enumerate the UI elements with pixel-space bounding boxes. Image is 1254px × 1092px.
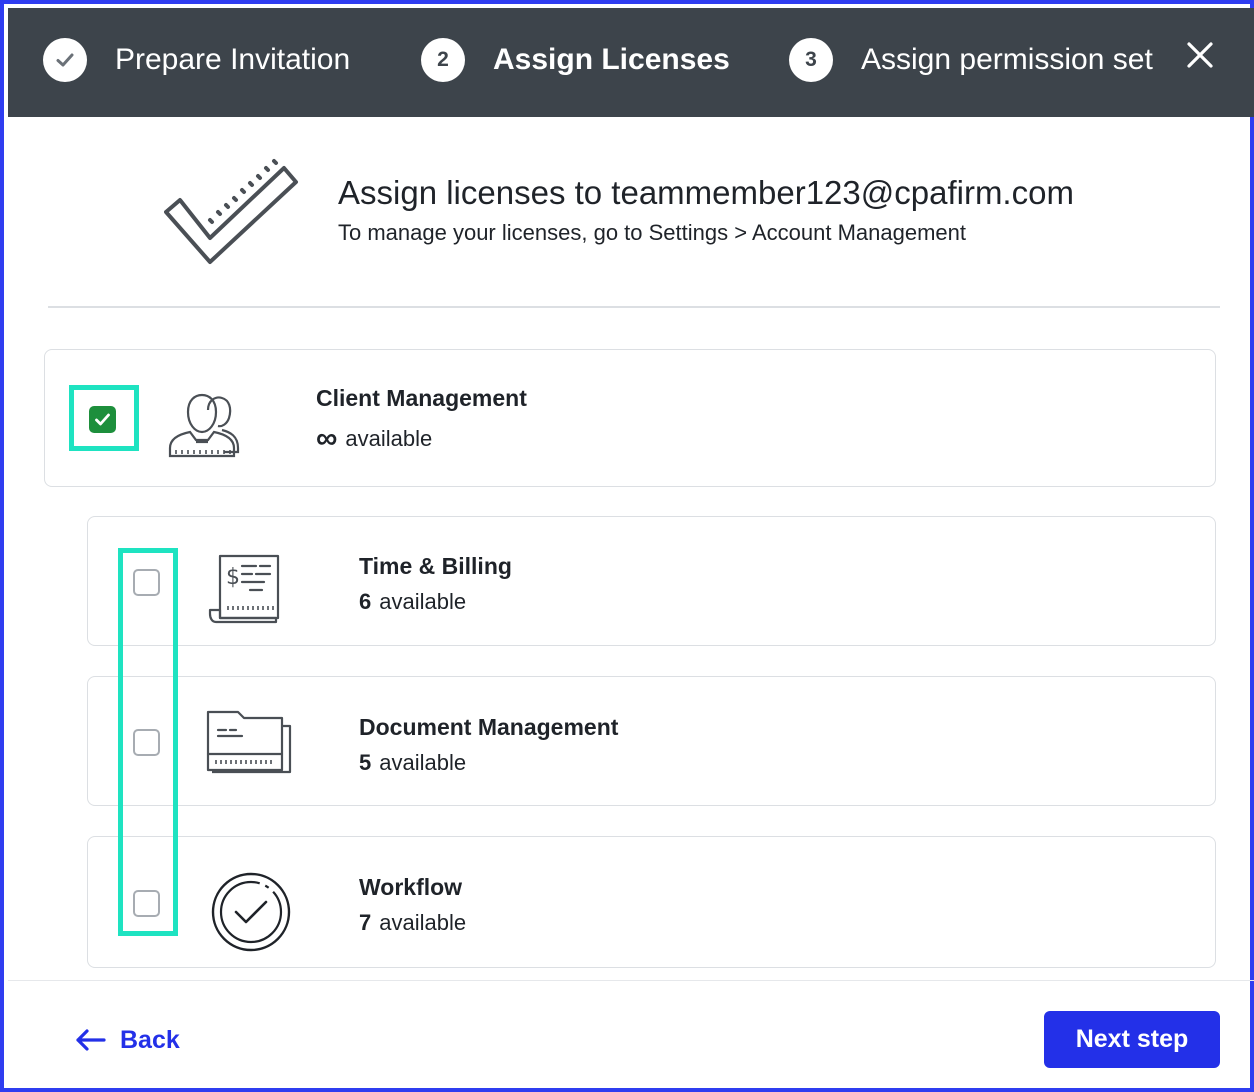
availability-label: available: [345, 426, 433, 451]
license-count: 7: [359, 910, 372, 935]
license-title: Time & Billing: [359, 553, 512, 579]
check-icon: [95, 413, 110, 426]
dialog: Prepare Invitation 2 Assign Licenses 3 A…: [0, 0, 1254, 1092]
step-complete-badge: [43, 38, 87, 82]
license-availability: ∞ available: [316, 422, 433, 455]
checkbox-document-management[interactable]: [133, 729, 160, 756]
step-number-badge: 2: [421, 38, 465, 82]
availability-label: available: [379, 589, 467, 614]
users-icon: [168, 393, 240, 458]
footer-divider: [8, 980, 1254, 981]
arrow-left-icon: [76, 1029, 106, 1051]
step-label: Assign permission set: [861, 43, 1153, 76]
svg-text:$: $: [226, 565, 240, 590]
step-prepare-invitation: Prepare Invitation: [43, 38, 350, 82]
license-title: Document Management: [359, 714, 619, 740]
license-title: Workflow: [359, 874, 463, 900]
license-count: 5: [359, 750, 372, 775]
check-icon: [56, 53, 74, 67]
check-circle-icon: [211, 872, 291, 952]
invoice-icon: $: [208, 554, 280, 624]
page-subtitle: To manage your licenses, go to Settings …: [338, 220, 966, 245]
step-label: Assign Licenses: [493, 43, 730, 76]
checkbox-time-billing[interactable]: [133, 569, 160, 596]
checkbox-workflow[interactable]: [133, 890, 160, 917]
close-button[interactable]: [1180, 35, 1220, 75]
checkbox-client-management[interactable]: [89, 406, 116, 433]
back-label: Back: [120, 1025, 180, 1054]
stepper-header: Prepare Invitation 2 Assign Licenses 3 A…: [8, 8, 1254, 117]
back-button[interactable]: Back: [74, 1020, 180, 1060]
step-label: Prepare Invitation: [115, 43, 351, 76]
license-availability: 6 available: [359, 589, 466, 615]
infinity-icon: ∞: [316, 422, 338, 455]
folder-icon: [206, 710, 292, 774]
license-availability: 5 available: [359, 750, 466, 776]
checkmark-illustration-icon: [164, 159, 298, 264]
license-availability: 7 available: [359, 910, 466, 936]
license-count: 6: [359, 589, 372, 614]
availability-label: available: [379, 910, 467, 935]
page-title: Assign licenses to teammember123@cpafirm…: [338, 174, 1074, 211]
license-title: Client Management: [316, 385, 527, 411]
next-step-button[interactable]: Next step: [1044, 1011, 1220, 1068]
step-number-badge: 3: [789, 38, 833, 82]
step-assign-permission-set: 3 Assign permission set: [789, 38, 1153, 82]
step-assign-licenses: 2 Assign Licenses: [421, 38, 730, 82]
divider: [48, 306, 1220, 308]
availability-label: available: [379, 750, 467, 775]
close-icon: [1187, 42, 1213, 68]
